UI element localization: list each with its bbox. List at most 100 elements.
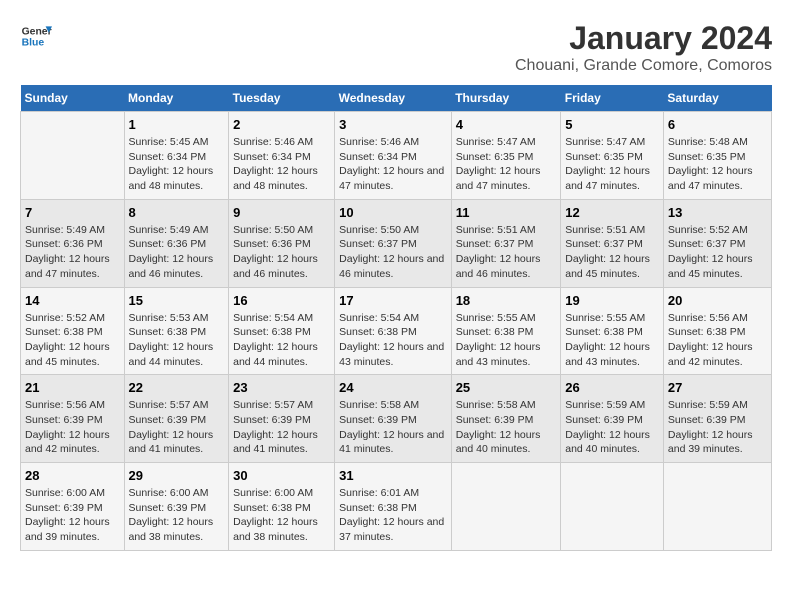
- week-row-4: 21Sunrise: 5:56 AMSunset: 6:39 PMDayligh…: [21, 375, 772, 463]
- day-info: Sunrise: 5:48 AMSunset: 6:35 PMDaylight:…: [668, 135, 767, 194]
- day-number: 19: [565, 293, 659, 308]
- day-info: Sunrise: 5:58 AMSunset: 6:39 PMDaylight:…: [456, 398, 557, 457]
- calendar-cell: 26 Sunrise: 5:59 AMSunset: 6:39 PMDayligh…: [561, 375, 664, 463]
- calendar-cell: 1 Sunrise: 5:45 AMSunset: 6:34 PMDaylight…: [124, 112, 229, 200]
- calendar-cell: 22 Sunrise: 5:57 AMSunset: 6:39 PMDayligh…: [124, 375, 229, 463]
- calendar-cell: 4 Sunrise: 5:47 AMSunset: 6:35 PMDaylight…: [451, 112, 561, 200]
- day-info: Sunrise: 6:00 AMSunset: 6:39 PMDaylight:…: [25, 486, 120, 545]
- day-number: 14: [25, 293, 120, 308]
- calendar-cell: 3Sunrise: 5:46 AMSunset: 6:34 PMDaylight…: [335, 112, 452, 200]
- header-thursday: Thursday: [451, 85, 561, 112]
- day-number: 30: [233, 468, 330, 483]
- calendar-cell: 23Sunrise: 5:57 AMSunset: 6:39 PMDayligh…: [229, 375, 335, 463]
- day-number: 2: [233, 117, 330, 132]
- day-number: 20: [668, 293, 767, 308]
- calendar-cell: [663, 463, 771, 551]
- day-info: Sunrise: 5:45 AMSunset: 6:34 PMDaylight:…: [129, 135, 225, 194]
- day-info: Sunrise: 6:01 AMSunset: 6:38 PMDaylight:…: [339, 486, 447, 545]
- page-header: General Blue January 2024 Chouani, Grand…: [20, 20, 772, 75]
- day-info: Sunrise: 5:50 AMSunset: 6:36 PMDaylight:…: [233, 223, 330, 282]
- header-saturday: Saturday: [663, 85, 771, 112]
- days-header-row: SundayMondayTuesdayWednesdayThursdayFrid…: [21, 85, 772, 112]
- calendar-cell: 17Sunrise: 5:54 AMSunset: 6:38 PMDayligh…: [335, 287, 452, 375]
- day-number: 21: [25, 380, 120, 395]
- week-row-1: 1 Sunrise: 5:45 AMSunset: 6:34 PMDaylight…: [21, 112, 772, 200]
- calendar-cell: 25 Sunrise: 5:58 AMSunset: 6:39 PMDayligh…: [451, 375, 561, 463]
- day-number: 1: [129, 117, 225, 132]
- day-info: Sunrise: 5:51 AMSunset: 6:37 PMDaylight:…: [565, 223, 659, 282]
- day-number: 31: [339, 468, 447, 483]
- week-row-5: 28 Sunrise: 6:00 AMSunset: 6:39 PMDayligh…: [21, 463, 772, 551]
- day-number: 18: [456, 293, 557, 308]
- header-friday: Friday: [561, 85, 664, 112]
- header-sunday: Sunday: [21, 85, 125, 112]
- header-tuesday: Tuesday: [229, 85, 335, 112]
- title-block: January 2024 Chouani, Grande Comore, Com…: [515, 20, 772, 75]
- day-info: Sunrise: 5:55 AMSunset: 6:38 PMDaylight:…: [565, 311, 659, 370]
- week-row-3: 14 Sunrise: 5:52 AMSunset: 6:38 PMDayligh…: [21, 287, 772, 375]
- calendar-cell: [561, 463, 664, 551]
- day-number: 8: [129, 205, 225, 220]
- day-number: 10: [339, 205, 447, 220]
- day-info: Sunrise: 5:59 AMSunset: 6:39 PMDaylight:…: [668, 398, 767, 457]
- day-number: 26: [565, 380, 659, 395]
- calendar-cell: 28 Sunrise: 6:00 AMSunset: 6:39 PMDayligh…: [21, 463, 125, 551]
- day-number: 15: [129, 293, 225, 308]
- day-info: Sunrise: 5:59 AMSunset: 6:39 PMDaylight:…: [565, 398, 659, 457]
- day-number: 9: [233, 205, 330, 220]
- calendar-cell: 27 Sunrise: 5:59 AMSunset: 6:39 PMDayligh…: [663, 375, 771, 463]
- day-info: Sunrise: 5:54 AMSunset: 6:38 PMDaylight:…: [233, 311, 330, 370]
- day-number: 27: [668, 380, 767, 395]
- day-number: 11: [456, 205, 557, 220]
- calendar-cell: 10 Sunrise: 5:50 AMSunset: 6:37 PMDayligh…: [335, 199, 452, 287]
- header-wednesday: Wednesday: [335, 85, 452, 112]
- calendar-cell: 18 Sunrise: 5:55 AMSunset: 6:38 PMDayligh…: [451, 287, 561, 375]
- day-number: 29: [129, 468, 225, 483]
- day-info: Sunrise: 5:51 AMSunset: 6:37 PMDaylight:…: [456, 223, 557, 282]
- week-row-2: 7 Sunrise: 5:49 AMSunset: 6:36 PMDaylight…: [21, 199, 772, 287]
- day-number: 25: [456, 380, 557, 395]
- day-number: 5: [565, 117, 659, 132]
- calendar-cell: 30 Sunrise: 6:00 AMSunset: 6:38 PMDayligh…: [229, 463, 335, 551]
- day-number: 28: [25, 468, 120, 483]
- calendar-cell: 13 Sunrise: 5:52 AMSunset: 6:37 PMDayligh…: [663, 199, 771, 287]
- calendar-title: January 2024: [515, 20, 772, 57]
- calendar-table: SundayMondayTuesdayWednesdayThursdayFrid…: [20, 85, 772, 551]
- svg-text:Blue: Blue: [22, 38, 45, 49]
- day-number: 7: [25, 205, 120, 220]
- calendar-cell: 31 Sunrise: 6:01 AMSunset: 6:38 PMDayligh…: [335, 463, 452, 551]
- day-number: 12: [565, 205, 659, 220]
- calendar-cell: 12 Sunrise: 5:51 AMSunset: 6:37 PMDayligh…: [561, 199, 664, 287]
- calendar-cell: 21Sunrise: 5:56 AMSunset: 6:39 PMDayligh…: [21, 375, 125, 463]
- day-number: 4: [456, 117, 557, 132]
- day-info: Sunrise: 5:53 AMSunset: 6:38 PMDaylight:…: [129, 311, 225, 370]
- day-info: Sunrise: 5:57 AMSunset: 6:39 PMDaylight:…: [233, 398, 330, 457]
- day-info: Sunrise: 5:47 AMSunset: 6:35 PMDaylight:…: [456, 135, 557, 194]
- day-info: Sunrise: 5:58 AMSunset: 6:39 PMDaylight:…: [339, 398, 447, 457]
- logo-icon: General Blue: [20, 20, 52, 52]
- calendar-cell: 29Sunrise: 6:00 AMSunset: 6:39 PMDayligh…: [124, 463, 229, 551]
- day-number: 6: [668, 117, 767, 132]
- day-info: Sunrise: 5:55 AMSunset: 6:38 PMDaylight:…: [456, 311, 557, 370]
- day-number: 22: [129, 380, 225, 395]
- day-number: 24: [339, 380, 447, 395]
- day-number: 13: [668, 205, 767, 220]
- day-info: Sunrise: 5:57 AMSunset: 6:39 PMDaylight:…: [129, 398, 225, 457]
- day-info: Sunrise: 5:52 AMSunset: 6:37 PMDaylight:…: [668, 223, 767, 282]
- calendar-cell: 9 Sunrise: 5:50 AMSunset: 6:36 PMDaylight…: [229, 199, 335, 287]
- calendar-cell: 15 Sunrise: 5:53 AMSunset: 6:38 PMDayligh…: [124, 287, 229, 375]
- calendar-cell: 7 Sunrise: 5:49 AMSunset: 6:36 PMDaylight…: [21, 199, 125, 287]
- calendar-cell: 16Sunrise: 5:54 AMSunset: 6:38 PMDayligh…: [229, 287, 335, 375]
- day-info: Sunrise: 5:50 AMSunset: 6:37 PMDaylight:…: [339, 223, 447, 282]
- calendar-cell: 6 Sunrise: 5:48 AMSunset: 6:35 PMDaylight…: [663, 112, 771, 200]
- day-number: 3: [339, 117, 447, 132]
- calendar-subtitle: Chouani, Grande Comore, Comoros: [515, 57, 772, 75]
- logo: General Blue: [20, 20, 52, 52]
- calendar-cell: 14 Sunrise: 5:52 AMSunset: 6:38 PMDayligh…: [21, 287, 125, 375]
- calendar-cell: 20Sunrise: 5:56 AMSunset: 6:38 PMDayligh…: [663, 287, 771, 375]
- calendar-cell: 2Sunrise: 5:46 AMSunset: 6:34 PMDaylight…: [229, 112, 335, 200]
- day-info: Sunrise: 5:52 AMSunset: 6:38 PMDaylight:…: [25, 311, 120, 370]
- day-info: Sunrise: 6:00 AMSunset: 6:38 PMDaylight:…: [233, 486, 330, 545]
- header-monday: Monday: [124, 85, 229, 112]
- day-info: Sunrise: 5:49 AMSunset: 6:36 PMDaylight:…: [25, 223, 120, 282]
